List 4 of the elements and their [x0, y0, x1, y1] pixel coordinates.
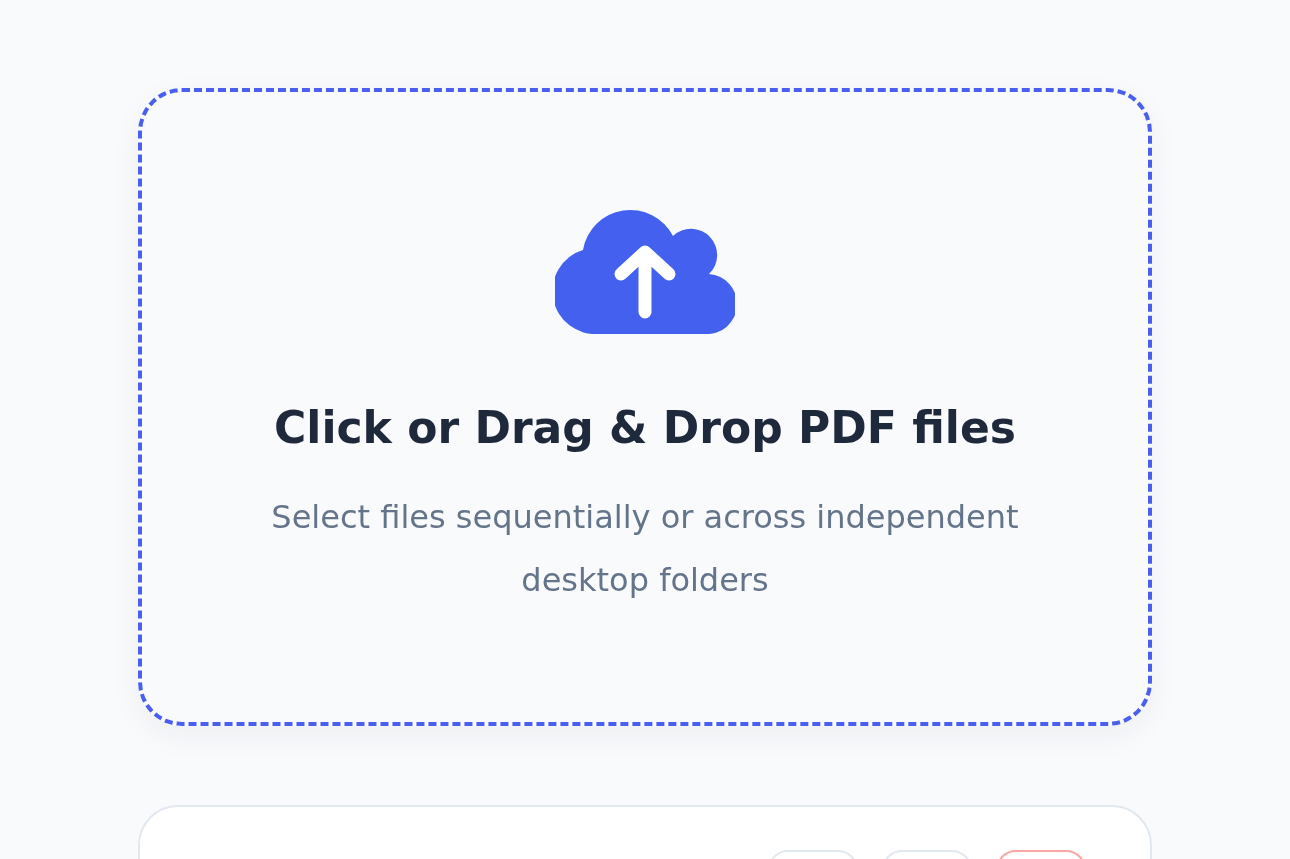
cloud-upload-icon [555, 208, 735, 334]
drop-hint: Select files sequentially or across independent desktop folders [270, 497, 1020, 601]
drop-title: Click or Drag & Drop PDF files [274, 401, 1016, 455]
drop-zone[interactable]: Click or Drag & Drop PDF files Select files sequentially or across independent desktop folders [138, 88, 1152, 726]
